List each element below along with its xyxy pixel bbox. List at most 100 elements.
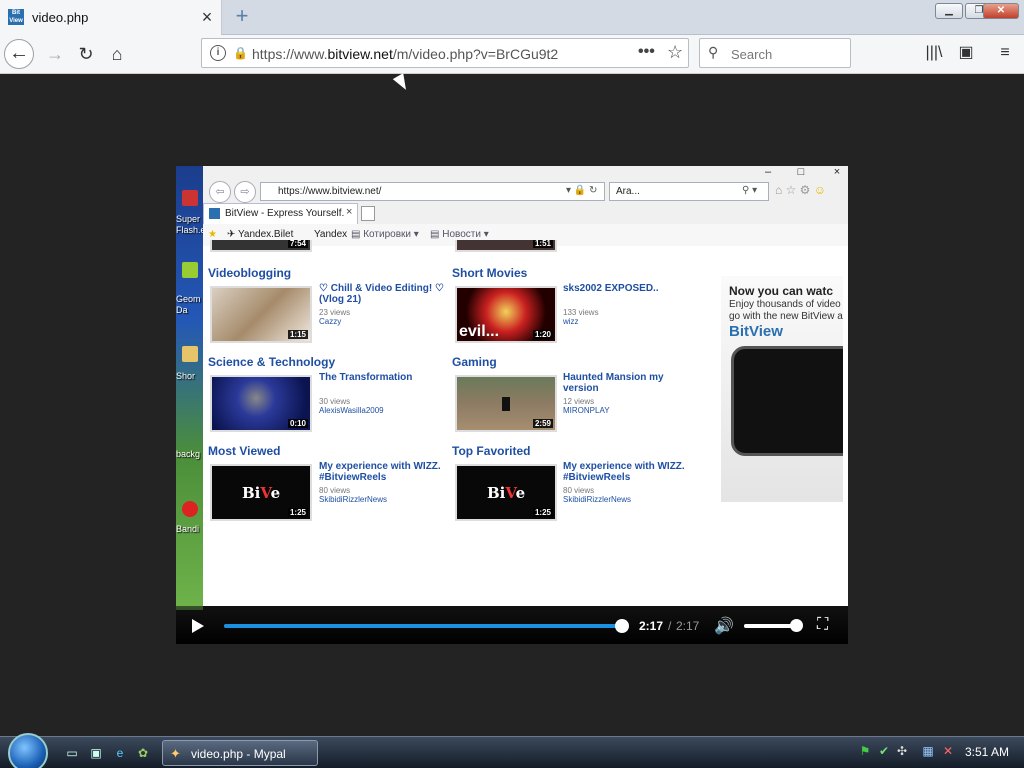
video-views: 23 views	[319, 308, 351, 317]
mypal-icon: ✦	[170, 746, 181, 761]
network-tray-icon[interactable]: ▦	[920, 744, 936, 760]
desktop-label: backg	[176, 449, 201, 459]
switch-windows-icon[interactable]: ▣	[88, 746, 104, 760]
inner-tab-title: BitView - Express Yourself.	[225, 208, 345, 219]
inner-search-box: Ara... ⚲ ▾	[609, 182, 769, 201]
inner-search-icon: ⚲ ▾	[742, 185, 758, 196]
video-views: 80 views	[563, 486, 595, 495]
tab-strip: Bit View video.php × + ▁ ❐ ✕	[0, 0, 1024, 35]
inner-search-text: Ara...	[616, 186, 640, 197]
desktop-app-icon	[182, 262, 198, 278]
home-icon[interactable]: ⌂	[102, 39, 132, 69]
window-close-button[interactable]: ✕	[983, 3, 1019, 19]
show-desktop-icon[interactable]: ▭	[64, 746, 80, 760]
messenger-icon[interactable]: ✿	[135, 746, 151, 760]
thumbnail-text: BiVe	[242, 484, 281, 502]
volume-level	[744, 624, 796, 628]
category-heading: Most Viewed	[208, 444, 281, 458]
taskbar-item-label: video.php - Mypal	[191, 747, 286, 761]
search-input[interactable]: ⚲ Search	[699, 38, 851, 68]
video-user: SkibidiRizzlerNews	[563, 495, 632, 504]
flag-tray-icon[interactable]: ⚑	[857, 744, 873, 760]
duration-badge: 2:59	[532, 419, 553, 428]
video-views: 133 views	[563, 308, 599, 317]
video-title: Haunted Mansion my version	[563, 372, 664, 394]
seek-progress	[224, 624, 622, 628]
video-views: 30 views	[319, 397, 351, 406]
video-user: Cazzy	[319, 317, 342, 326]
desktop-strip: Super S Flash.e Geom Da Shor backg Bandi	[176, 166, 209, 610]
seek-handle[interactable]	[615, 619, 629, 633]
inner-address-text: https://www.bitview.net/	[278, 186, 382, 197]
check-tray-icon[interactable]: ✔	[876, 744, 892, 760]
record-icon	[182, 501, 198, 517]
utility-tray-icon[interactable]: ✣	[894, 744, 910, 760]
inner-maximize-icon: □	[797, 166, 805, 178]
category-heading: Gaming	[452, 355, 497, 369]
inner-address-bar: https://www.bitview.net/ ▾ 🔒 ↻	[260, 182, 605, 201]
new-tab-button[interactable]: +	[230, 4, 254, 28]
desktop-label: Bandi	[176, 524, 200, 534]
duration-badge: 1:20	[532, 330, 553, 339]
library-icon[interactable]: |||\	[922, 41, 946, 65]
url-text[interactable]: https://www.bitview.net/m/video.php?v=Br…	[252, 46, 558, 62]
inner-tab-close-icon: ×	[346, 206, 353, 218]
video-thumbnail: BiVe 1:25	[455, 464, 557, 521]
video-player[interactable]: Super S Flash.e Geom Da Shor backg Bandi…	[176, 166, 848, 644]
desktop-label: Da	[176, 305, 188, 315]
duration-badge: 0:10	[287, 419, 308, 428]
video-user: AlexisWasilla2009	[319, 406, 384, 415]
menu-icon[interactable]: ≡	[993, 41, 1017, 65]
bookmark-star-icon[interactable]: ☆	[667, 42, 683, 63]
forward-icon[interactable]: →	[40, 39, 70, 69]
video-title: My experience with WIZZ. #BitviewReels	[319, 461, 441, 483]
url-bar[interactable]: i 🔒 https://www.bitview.net/m/video.php?…	[201, 38, 689, 68]
inner-toolbar-icons: ⌂ ☆ ⚙ ☺	[775, 183, 827, 197]
taskbar-item-mypal[interactable]: ✦ video.php - Mypal	[162, 740, 318, 766]
inner-new-tab-icon	[361, 206, 375, 221]
fav-label: Котировки	[363, 229, 411, 240]
back-icon[interactable]: ←	[4, 39, 34, 69]
start-button[interactable]	[8, 733, 48, 768]
category-heading: Top Favorited	[452, 444, 531, 458]
info-icon[interactable]: i	[210, 45, 226, 61]
tab-close-icon[interactable]: ×	[199, 7, 215, 27]
clock[interactable]: 3:51 AM	[965, 745, 1009, 759]
tab-video-php[interactable]: Bit View video.php ×	[0, 0, 222, 35]
internet-explorer-icon[interactable]: e	[112, 746, 128, 760]
volume-handle[interactable]	[790, 619, 803, 632]
volume-slider[interactable]	[744, 619, 803, 632]
folder-icon	[182, 346, 198, 362]
seek-bar[interactable]	[224, 619, 629, 633]
search-placeholder: Search	[731, 47, 773, 62]
inner-tab-favicon	[209, 208, 220, 219]
video-title: My experience with WIZZ. #BitviewReels	[563, 461, 685, 483]
player-controls: 2:17 / 2:17 🔊 ⛶	[176, 606, 848, 644]
ad-logo: BitView	[729, 323, 783, 340]
favorites-star-icon: ★	[208, 229, 217, 240]
reload-icon[interactable]: ↻	[71, 39, 101, 69]
video-views: 12 views	[563, 397, 595, 406]
time-separator: /	[668, 619, 672, 633]
bitview-page-content: 7:54 1:51 Videoblogging 1:15 ♡ Chill & V…	[203, 240, 848, 606]
fav-kotirovki: ▤ Котировки ▾	[351, 229, 419, 240]
more-icon[interactable]: •••	[638, 43, 655, 61]
video-thumbnail: 0:10	[210, 375, 312, 432]
url-prefix: https://www.	[252, 46, 328, 62]
sidebar-icon[interactable]: ▣	[954, 41, 978, 65]
fav-yandex: Yandex	[314, 229, 348, 240]
video-user: wizz	[563, 317, 579, 326]
video-thumbnail: BiVe 1:25	[210, 464, 312, 521]
duration-badge: 7:54	[287, 240, 308, 248]
video-thumbnail: 1:51	[455, 240, 557, 252]
volume-icon[interactable]: 🔊	[714, 616, 734, 636]
volume-muted-tray-icon[interactable]: ✕	[940, 744, 956, 760]
video-title: ♡ Chill & Video Editing! ♡ (Vlog 21)	[319, 283, 444, 305]
minimize-button[interactable]: ▁	[935, 3, 963, 19]
inner-lock-icon: ▾ 🔒 ↻	[566, 185, 598, 196]
fav-label: Новости	[442, 229, 481, 240]
fav-label: Yandex.Bilet	[237, 229, 294, 240]
thumbnail-text: evil...	[459, 323, 500, 340]
play-icon[interactable]	[192, 619, 204, 633]
fullscreen-icon[interactable]: ⛶	[817, 616, 828, 634]
